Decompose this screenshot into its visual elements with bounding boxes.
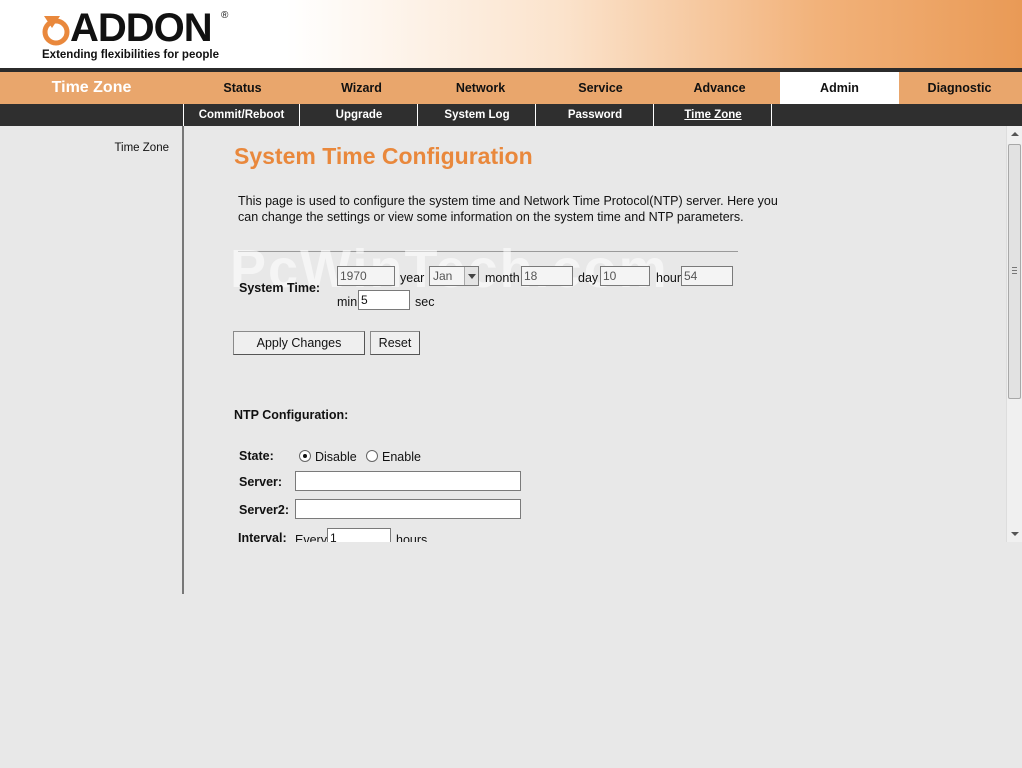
nav-tab-network[interactable]: Network [421,72,540,104]
second-input[interactable] [358,290,410,310]
subtab-password[interactable]: Password [537,104,654,126]
scroll-down-arrow-icon[interactable] [1007,526,1022,542]
day-input[interactable] [521,266,573,286]
left-nav: Time Zone [0,126,182,594]
radio-disable-label: Disable [315,450,357,464]
year-input[interactable] [337,266,395,286]
state-label: State: [239,449,274,463]
month-select[interactable]: Jan [429,266,479,286]
radio-enable[interactable] [366,450,378,462]
minute-input[interactable] [681,266,733,286]
month-unit: month [485,271,520,285]
interval-input[interactable] [327,528,391,542]
nav-tab-wizard[interactable]: Wizard [302,72,421,104]
server-label: Server: [239,475,283,489]
brand-logo: ADDON ® Extending flexibilities for peop… [40,6,240,64]
sub-nav: Commit/Reboot Upgrade System Log Passwor… [0,104,1022,126]
page-title: System Time Configuration [234,143,533,169]
nav-tab-status[interactable]: Status [183,72,302,104]
nav-tab-diagnostic[interactable]: Diagnostic [900,72,1019,104]
subtab-time-zone[interactable]: Time Zone [655,104,772,126]
section-title: Time Zone [51,79,132,96]
interval-label: Interval: [238,531,287,542]
interval-unit: hours [396,533,428,542]
content-scrollbar[interactable] [1006,126,1022,542]
interval-prefix: Every [295,533,327,542]
hour-unit: hour [656,271,682,285]
radio-enable-label: Enable [382,450,421,464]
apply-changes-button[interactable]: Apply Changes [233,331,365,355]
year-unit: year [400,271,425,285]
nav-tab-advance[interactable]: Advance [660,72,779,104]
header-banner: ADDON ® Extending flexibilities for peop… [0,0,1022,68]
nav-tab-admin[interactable]: Admin [780,72,899,104]
main-nav: Time Zone Status Wizard Network Service … [0,72,1022,104]
radio-disable[interactable] [299,450,311,462]
subtab-commit-reboot[interactable]: Commit/Reboot [183,104,300,126]
hour-input[interactable] [600,266,650,286]
minute-unit: min [337,295,358,309]
server2-input[interactable] [295,499,521,519]
page-description: This page is used to configure the syste… [238,194,778,224]
scroll-thumb[interactable] [1008,144,1021,399]
second-unit: sec [415,295,435,309]
server2-label: Server2: [239,503,290,517]
nav-tab-service[interactable]: Service [541,72,660,104]
brand-tagline: Extending flexibilities for people [42,49,219,61]
server-input[interactable] [295,471,521,491]
content-frame: System Time Configuration This page is u… [184,126,1006,542]
scroll-up-arrow-icon[interactable] [1007,126,1022,142]
system-time-label: System Time: [239,281,321,295]
brand-name: ADDON [70,6,213,50]
day-unit: day [578,271,599,285]
scroll-grip-icon [1012,267,1017,274]
chevron-down-icon [464,267,478,285]
subtab-system-log[interactable]: System Log [419,104,536,126]
left-nav-item-time-zone[interactable]: Time Zone [114,142,169,154]
subtab-upgrade[interactable]: Upgrade [301,104,418,126]
month-select-value: Jan [433,269,453,283]
registered-mark: ® [221,10,229,21]
ntp-heading: NTP Configuration: [234,408,349,422]
reset-button[interactable]: Reset [370,331,420,355]
